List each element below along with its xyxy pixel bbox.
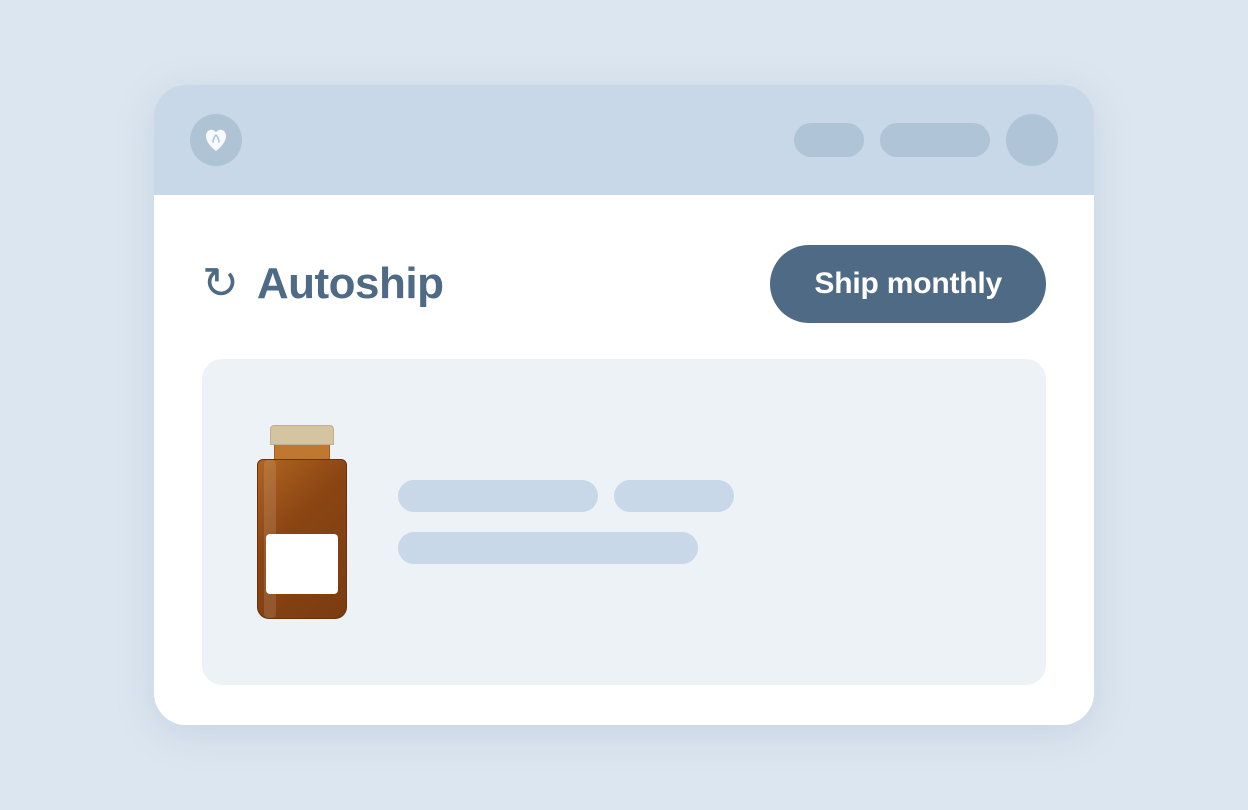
header-nav-pill-1[interactable] [794,123,864,157]
product-info [398,480,1006,564]
main-content: ↻ Autoship Ship monthly [154,195,1094,725]
ship-monthly-button[interactable]: Ship monthly [770,245,1046,323]
bottle-cap [270,425,334,445]
product-desc-placeholder [398,532,698,564]
bottle-label [266,534,338,594]
bottle-neck [274,445,330,459]
autoship-refresh-icon: ↻ [202,262,239,306]
product-card [202,359,1046,685]
header-bar [154,85,1094,195]
autoship-row: ↻ Autoship Ship monthly [202,245,1046,323]
bottle-body [257,459,347,619]
bottle-wrap [242,425,362,619]
product-info-top [398,480,1006,512]
app-card: ↻ Autoship Ship monthly [154,85,1094,725]
header-nav-pill-2[interactable] [880,123,990,157]
autoship-label: Autoship [257,259,444,309]
product-name-placeholder [398,480,598,512]
bottle-illustration [257,425,347,619]
header-avatar[interactable] [1006,114,1058,166]
autoship-left: ↻ Autoship [202,259,444,309]
product-tag-placeholder [614,480,734,512]
logo-icon [190,114,242,166]
